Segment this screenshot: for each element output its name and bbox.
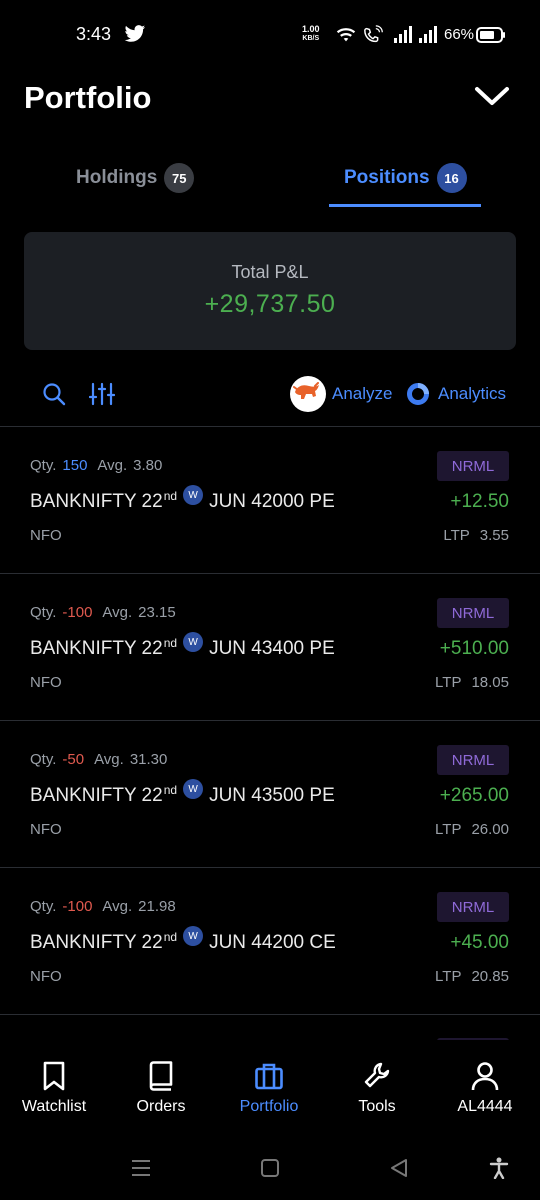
position-row[interactable]: Qty. -100 Avg. 21.98 NRML BANKNIFTY 22nd W JU… [0,868,540,1014]
briefcase-icon [255,1063,283,1090]
chevron-down-icon[interactable] [474,84,510,110]
nav-account[interactable]: AL4444 [435,1060,535,1116]
exchange-label: NFO [30,968,62,985]
position-pnl: +510.00 [439,638,509,659]
analytics-ring-icon[interactable] [406,382,430,406]
twitter-icon [124,25,146,42]
instrument-name: BANKNIFTY 22nd W JUN 42000 PE [30,485,335,513]
avg-value: 31.30 [129,751,168,768]
signal-icon [419,26,437,43]
product-badge: NRML [437,892,509,922]
user-icon [471,1062,499,1091]
qty-value: -100 [62,898,93,915]
battery-level: 66% [444,26,475,43]
avg-value: 21.98 [138,898,176,915]
position-row[interactable]: Qty. -100 Avg. 23.15 NRML BANKNIFTY 22nd W JU… [0,574,540,720]
position-pnl: +265.00 [439,785,509,806]
bookmark-icon [43,1061,65,1091]
signal-icon [394,26,412,43]
position-pnl: +12.50 [450,491,509,512]
weekly-badge: W [183,632,204,652]
system-nav-bar [0,1135,540,1200]
analyze-logo-icon[interactable] [290,376,326,412]
total-pnl-label: Total P&L [231,262,309,282]
tab-label: Holdings [76,167,158,188]
tab-positions[interactable]: Positions 16 [344,156,467,206]
weekly-badge: W [183,779,204,799]
position-row[interactable]: Qty. -50 Avg. 31.30 NRML BANKNIFTY 22nd W JUN… [0,721,540,867]
bull-icon [293,382,319,399]
analytics-link[interactable]: Analytics [438,384,506,404]
ltp: LTP 3.55 [443,527,509,544]
total-pnl-value: +29,737.50 [204,290,336,318]
nav-portfolio[interactable]: Portfolio [219,1060,319,1116]
accessibility-icon[interactable] [488,1157,510,1179]
ltp: LTP 18.05 [435,674,509,691]
wifi-icon [336,28,356,42]
instrument-name: BANKNIFTY 22nd W JUN 44200 CE [30,926,336,954]
positions-count-badge: 16 [436,163,467,193]
product-badge: NRML [437,745,509,775]
search-icon[interactable] [42,382,66,406]
active-tab-indicator [329,204,481,207]
instrument-name: BANKNIFTY 22nd W JUN 43500 PE [30,779,335,807]
qty-avg-line: Qty. 150 Avg. 3.80 [30,457,163,474]
filter-sliders-icon[interactable] [89,382,115,406]
tab-holdings[interactable]: Holdings 75 [76,156,195,206]
total-pnl-card: Total P&L +29,737.50 [24,232,516,350]
status-time: 3:43 [76,24,112,44]
wifi-calling-icon [364,25,383,43]
product-badge: NRML [437,451,509,481]
battery-icon [476,27,505,43]
position-pnl: +45.00 [450,932,509,953]
exchange-label: NFO [30,527,62,544]
ltp: LTP 20.85 [435,968,509,985]
page-title: Portfolio [24,80,152,115]
menu-icon[interactable] [130,1157,152,1179]
nav-tools[interactable]: Tools [327,1060,427,1116]
product-badge: NRML [437,598,509,628]
instrument-name: BANKNIFTY 22nd W JUN 43400 PE [30,632,335,660]
weekly-badge: W [183,485,204,505]
avg-value: 23.15 [138,604,176,621]
net-speed: 1.00 KB/S [302,24,320,42]
wrench-icon [364,1062,390,1088]
holdings-count-badge: 75 [164,163,195,193]
book-icon [149,1061,173,1091]
back-icon[interactable] [388,1157,410,1179]
qty-value: 150 [62,457,88,474]
nav-watchlist[interactable]: Watchlist [4,1060,104,1116]
weekly-badge: W [183,926,204,946]
qty-value: -100 [62,604,93,621]
qty-value: -50 [62,751,85,768]
nav-orders[interactable]: Orders [111,1060,211,1116]
position-row[interactable]: Qty. 150 Avg. 3.80 NRML BANKNIFTY 22nd W JUN … [0,427,540,573]
exchange-label: NFO [30,821,62,838]
avg-value: 3.80 [133,457,163,474]
exchange-label: NFO [30,674,62,691]
bottom-nav: Watchlist Orders Portfolio Tools AL4444 [0,1040,540,1135]
status-bar: 3:43 1.00 KB/S 66% [0,0,540,72]
analyze-link[interactable]: Analyze [332,384,392,404]
qty-avg-line: Qty. -100 Avg. 21.98 [30,898,176,915]
ltp: LTP 26.00 [435,821,509,838]
qty-avg-line: Qty. -100 Avg. 23.15 [30,604,176,621]
tab-label: Positions [344,167,430,188]
home-icon[interactable] [259,1157,281,1179]
qty-avg-line: Qty. -50 Avg. 31.30 [30,751,168,768]
